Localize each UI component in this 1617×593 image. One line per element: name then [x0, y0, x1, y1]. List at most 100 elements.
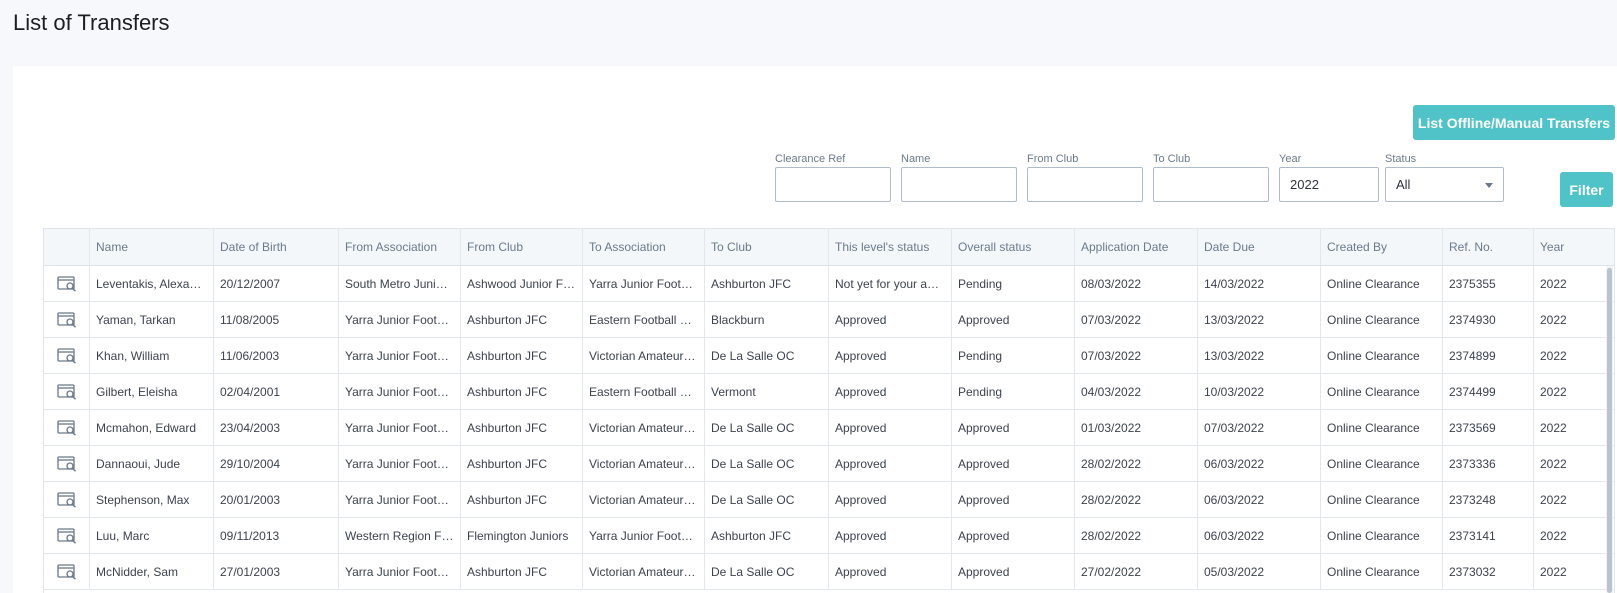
cell-to-club: De La Salle OC	[705, 410, 829, 445]
table-row[interactable]: Luu, Marc 09/11/2013 Western Region Fo... F…	[44, 518, 1614, 554]
table-row[interactable]: Khan, William 11/06/2003 Yarra Junior Foot…	[44, 338, 1614, 374]
clearance-ref-input[interactable]	[775, 167, 891, 202]
cell-from-association: Yarra Junior Footba...	[339, 338, 461, 373]
cell-level-status: Approved	[829, 410, 952, 445]
column-header-application-date[interactable]: Application Date	[1075, 229, 1198, 265]
status-filter-label: Status	[1385, 153, 1417, 165]
column-header-from-club[interactable]: From Club	[461, 229, 583, 265]
filter-status: Status All	[1385, 152, 1504, 202]
column-header-ref-no[interactable]: Ref. No.	[1443, 229, 1534, 265]
cell-name: Stephenson, Max	[90, 482, 214, 517]
table-row[interactable]: Yaman, Tarkan 11/08/2005 Yarra Junior Foot…	[44, 302, 1614, 338]
filter-clearance-ref: Clearance Ref	[775, 152, 891, 202]
cell-date-due: 07/03/2022	[1198, 410, 1321, 445]
column-header-icon[interactable]	[44, 229, 90, 265]
cell-to-club: Ashburton JFC	[705, 266, 829, 301]
cell-date-of-birth: 20/12/2007	[214, 266, 339, 301]
cell-year: 2022	[1540, 421, 1567, 435]
cell-overall-status: Pending	[952, 374, 1075, 409]
cell-level-status: Not yet for your app...	[829, 266, 952, 301]
cell-created-by: Online Clearance	[1321, 302, 1443, 337]
cell-to-club: Blackburn	[705, 302, 829, 337]
cell-to-club: De La Salle OC	[705, 554, 829, 589]
status-select[interactable]: All	[1385, 167, 1504, 202]
view-record-icon[interactable]	[44, 518, 90, 553]
column-header-date-of-birth[interactable]: Date of Birth	[214, 229, 339, 265]
cell-name: Mcmahon, Edward	[90, 410, 214, 445]
column-header-name[interactable]: Name	[90, 229, 214, 265]
table-row[interactable]: McNidder, Sam 27/01/2003 Yarra Junior Foot…	[44, 554, 1614, 590]
clearance-ref-label: Clearance Ref	[775, 153, 846, 165]
cell-ref-no: 2374899	[1443, 338, 1534, 373]
view-record-icon[interactable]	[44, 554, 90, 589]
cell-application-date: 28/02/2022	[1075, 482, 1198, 517]
table-row[interactable]: Leventakis, Alexand... 20/12/2007 South Me…	[44, 266, 1614, 302]
column-header-date-due[interactable]: Date Due	[1198, 229, 1321, 265]
view-record-icon[interactable]	[44, 266, 90, 301]
cell-date-of-birth: 02/04/2001	[214, 374, 339, 409]
cell-overall-status: Pending	[952, 266, 1075, 301]
cell-application-date: 27/02/2022	[1075, 554, 1198, 589]
table-row[interactable]: Mcmahon, Edward 23/04/2003 Yarra Junior Fo…	[44, 410, 1614, 446]
column-header-from-association[interactable]: From Association	[339, 229, 461, 265]
year-filter-input[interactable]	[1279, 167, 1379, 202]
cell-created-by: Online Clearance	[1321, 266, 1443, 301]
cell-name: Yaman, Tarkan	[90, 302, 214, 337]
cell-to-club: De La Salle OC	[705, 338, 829, 373]
cell-to-association: Victorian Amateur F...	[583, 338, 705, 373]
cell-to-club: Vermont	[705, 374, 829, 409]
column-header-level-status[interactable]: This level's status	[829, 229, 952, 265]
cell-to-association: Victorian Amateur F...	[583, 482, 705, 517]
from-club-filter-label: From Club	[1027, 153, 1079, 165]
from-club-filter-input[interactable]	[1027, 167, 1143, 202]
view-record-icon[interactable]	[44, 374, 90, 409]
transfers-table: Name Date of Birth From Association From Cl…	[43, 228, 1615, 593]
filter-year: Year	[1279, 152, 1379, 202]
cell-created-by: Online Clearance	[1321, 554, 1443, 589]
cell-ref-no: 2373248	[1443, 482, 1534, 517]
cell-date-due: 10/03/2022	[1198, 374, 1321, 409]
name-filter-input[interactable]	[901, 167, 1017, 202]
cell-ref-no: 2373336	[1443, 446, 1534, 481]
cell-overall-status: Pending	[952, 338, 1075, 373]
cell-from-club: Ashburton JFC	[461, 374, 583, 409]
cell-created-by: Online Clearance	[1321, 410, 1443, 445]
cell-from-club: Ashburton JFC	[461, 410, 583, 445]
column-header-created-by[interactable]: Created By	[1321, 229, 1443, 265]
cell-ref-no: 2375355	[1443, 266, 1534, 301]
cell-year: 2022	[1540, 313, 1567, 327]
column-header-year[interactable]: Year	[1534, 229, 1596, 265]
view-record-icon[interactable]	[44, 338, 90, 373]
list-offline-transfers-button[interactable]: List Offline/Manual Transfers	[1413, 105, 1615, 140]
table-row[interactable]: Dannaoui, Jude 29/10/2004 Yarra Junior Foo…	[44, 446, 1614, 482]
view-record-icon[interactable]	[44, 302, 90, 337]
cell-date-of-birth: 27/01/2003	[214, 554, 339, 589]
cell-to-association: Eastern Football Ne...	[583, 374, 705, 409]
cell-from-association: Yarra Junior Footba...	[339, 302, 461, 337]
cell-overall-status: Approved	[952, 302, 1075, 337]
cell-application-date: 08/03/2022	[1075, 266, 1198, 301]
filter-button[interactable]: Filter	[1560, 172, 1613, 207]
table-row[interactable]: Stephenson, Max 20/01/2003 Yarra Junior Fo…	[44, 482, 1614, 518]
cell-name: Khan, William	[90, 338, 214, 373]
column-header-to-club[interactable]: To Club	[705, 229, 829, 265]
cell-date-due: 14/03/2022	[1198, 266, 1321, 301]
cell-from-club: Flemington Juniors	[461, 518, 583, 553]
view-record-icon[interactable]	[44, 446, 90, 481]
cell-overall-status: Approved	[952, 446, 1075, 481]
to-club-filter-input[interactable]	[1153, 167, 1269, 202]
cell-overall-status: Approved	[952, 518, 1075, 553]
cell-level-status: Approved	[829, 374, 952, 409]
table-scrollbar-thumb[interactable]	[1607, 268, 1612, 593]
cell-created-by: Online Clearance	[1321, 518, 1443, 553]
column-header-to-association[interactable]: To Association	[583, 229, 705, 265]
cell-overall-status: Approved	[952, 482, 1075, 517]
view-record-icon[interactable]	[44, 482, 90, 517]
cell-to-club: Ashburton JFC	[705, 518, 829, 553]
column-header-overall-status[interactable]: Overall status	[952, 229, 1075, 265]
table-row[interactable]: Gilbert, Eleisha 02/04/2001 Yarra Junior F…	[44, 374, 1614, 410]
view-record-icon[interactable]	[44, 410, 90, 445]
cell-level-status: Approved	[829, 302, 952, 337]
cell-ref-no: 2373141	[1443, 518, 1534, 553]
cell-from-club: Ashburton JFC	[461, 338, 583, 373]
